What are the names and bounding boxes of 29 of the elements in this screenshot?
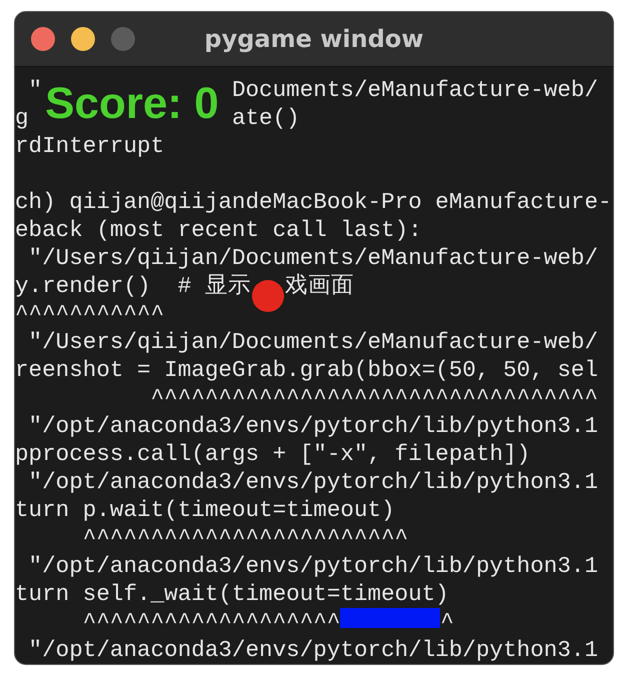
terminal-text: pprocess.call(args + ["-x", filepath]) — [15, 440, 530, 468]
terminal-text: " — [28, 76, 42, 104]
terminal-text: turn self._wait(timeout=timeout) — [15, 580, 449, 608]
terminal-text: rdInterrupt — [15, 132, 164, 160]
terminal-text: "/Users/qiijan/Documents/eManufacture-web/ — [28, 244, 598, 272]
terminal-text: "/opt/anaconda3/envs/pytorch/lib/python3.1 — [28, 636, 598, 664]
terminal-text: turn p.wait(timeout=timeout) — [15, 496, 395, 524]
terminal-text: ^^^^^^^^^^^^^^^^^^^ — [82, 608, 340, 636]
terminal-text: ch) qiijan@qiijandeMacBook-Pro eManufacture- — [15, 188, 612, 216]
terminal-text: ^^^^^^^^^^^ — [15, 300, 164, 328]
terminal-text: ate() — [232, 104, 300, 132]
terminal-text: ^^^^^^^^^^^^^^^^^^^^^^^^ — [82, 524, 408, 552]
terminal-text: eback (most recent call last): — [15, 216, 422, 244]
terminal-text: "/opt/anaconda3/envs/pytorch/lib/python3.1 — [28, 412, 598, 440]
terminal-text: ^ — [440, 608, 454, 636]
terminal-text: y.render() # 显示 — [15, 272, 251, 300]
terminal-text: Documents/eManufacture-web/ — [232, 76, 598, 104]
score-text: Score: 0 — [45, 82, 219, 126]
ball — [252, 280, 284, 312]
terminal-text: g — [15, 104, 29, 132]
terminal-text: "/Users/qiijan/Documents/eManufacture-web/ — [28, 328, 598, 356]
minimize-button[interactable] — [71, 27, 95, 51]
close-button[interactable] — [31, 27, 55, 51]
terminal-text: reenshot = ImageGrab.grab(bbox=(50, 50, sel — [15, 356, 598, 384]
terminal-text: 戏画面 — [284, 272, 354, 300]
terminal-text: "/opt/anaconda3/envs/pytorch/lib/python3.1 — [28, 552, 598, 580]
terminal-text: "/opt/anaconda3/envs/pytorch/lib/python3.1 — [28, 468, 598, 496]
window-title: pygame window — [204, 25, 424, 53]
terminal-text: ^^^^^^^^^^^^^^^^^^^^^^^^^^^^^^^^^ — [150, 384, 598, 412]
